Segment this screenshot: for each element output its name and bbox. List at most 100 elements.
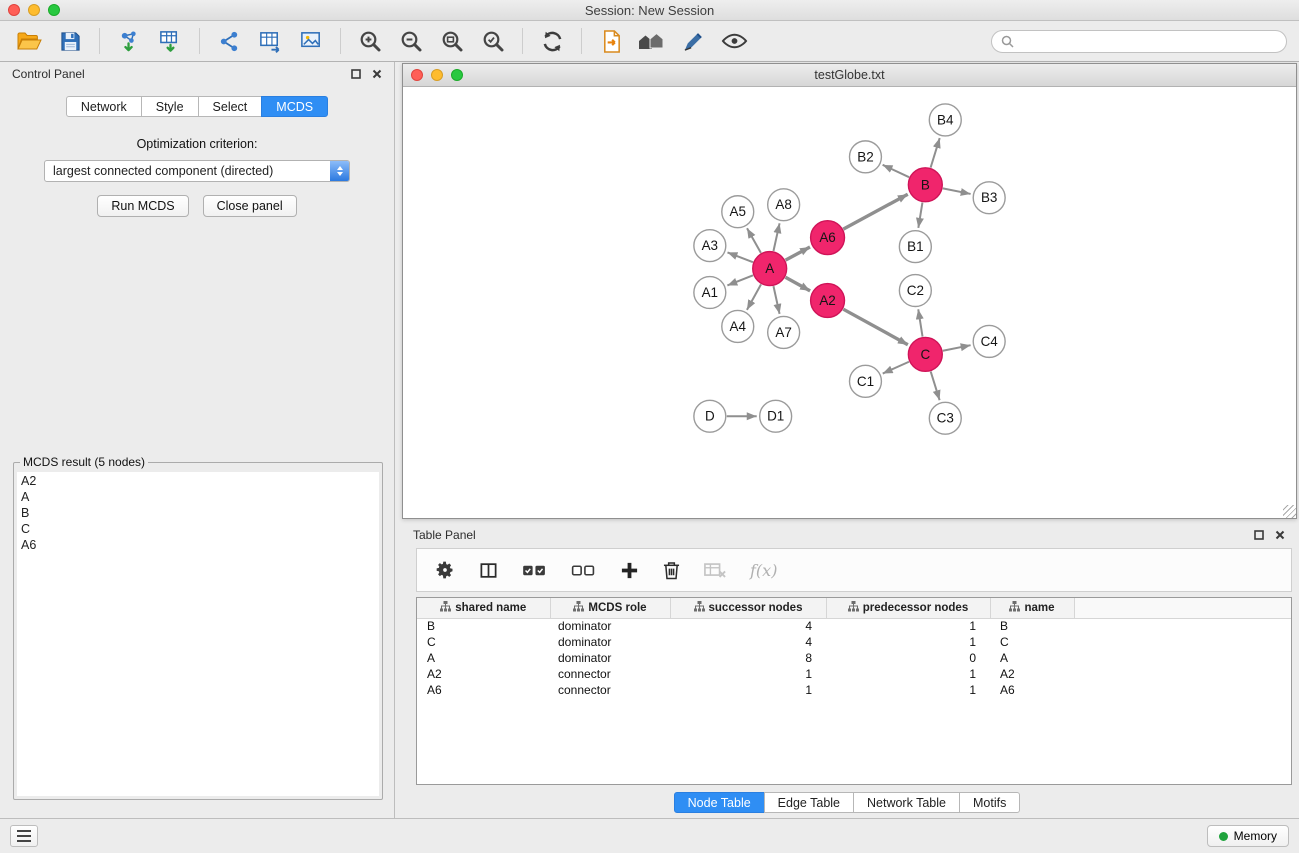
open-session-icon[interactable] [10, 24, 48, 58]
edge-A6-B[interactable] [843, 194, 907, 229]
table-cell[interactable]: C [417, 634, 550, 650]
node-A5[interactable]: A5 [722, 196, 754, 228]
column-header-predecessor-nodes[interactable]: predecessor nodes [826, 598, 990, 618]
edge-A-A7[interactable] [773, 286, 779, 314]
node-A8[interactable]: A8 [768, 189, 800, 221]
node-A[interactable]: A [753, 252, 787, 286]
memory-button[interactable]: Memory [1207, 825, 1289, 847]
node-A1[interactable]: A1 [694, 277, 726, 309]
float-panel-icon[interactable] [351, 69, 361, 79]
close-panel-button[interactable]: Close panel [203, 195, 297, 217]
table-cell[interactable]: 1 [826, 634, 990, 650]
edge-B-B1[interactable] [918, 203, 922, 228]
table-cell[interactable]: 1 [670, 666, 826, 682]
node-B3[interactable]: B3 [973, 182, 1005, 214]
column-header-name[interactable]: name [990, 598, 1074, 618]
annotation-pen-icon[interactable] [674, 24, 712, 58]
table-row[interactable]: Cdominator41C [417, 634, 1291, 650]
import-network-icon[interactable] [110, 24, 148, 58]
table-cell[interactable]: connector [550, 666, 670, 682]
edge-A2-C[interactable] [843, 309, 908, 345]
tab-network-table[interactable]: Network Table [853, 792, 960, 813]
document-export-icon[interactable] [592, 24, 630, 58]
table-cell[interactable]: B [990, 618, 1074, 634]
node-A2[interactable]: A2 [811, 284, 845, 318]
edge-C-C1[interactable] [883, 362, 909, 374]
table-cell[interactable]: 1 [826, 682, 990, 698]
select-all-icon[interactable] [522, 553, 547, 587]
zoom-selected-icon[interactable] [474, 24, 512, 58]
table-cell[interactable]: dominator [550, 650, 670, 666]
table-cell[interactable]: 1 [826, 618, 990, 634]
close-network-window-button[interactable] [411, 69, 423, 81]
node-C3[interactable]: C3 [929, 402, 961, 434]
import-table-icon[interactable] [151, 24, 189, 58]
function-builder-icon[interactable]: f(x) [750, 561, 777, 580]
result-list-item[interactable]: B [21, 505, 375, 521]
table-cell[interactable]: 8 [670, 650, 826, 666]
table-cell[interactable]: A6 [990, 682, 1074, 698]
task-history-button[interactable] [10, 825, 38, 847]
result-list-item[interactable]: A [21, 489, 375, 505]
show-columns-icon[interactable] [479, 553, 498, 587]
dropdown-stepper-icon[interactable] [330, 161, 349, 181]
table-cell[interactable]: 1 [670, 682, 826, 698]
edge-C-C2[interactable] [918, 309, 922, 336]
edge-C-C4[interactable] [943, 345, 971, 351]
table-row[interactable]: Adominator80A [417, 650, 1291, 666]
table-row[interactable]: A6connector11A6 [417, 682, 1291, 698]
network-canvas[interactable]: B4B2BB3A5A8A6B1A3AA1C2A2A4A7C4CC1C3DD1 [403, 87, 1296, 518]
edge-A-A2[interactable] [785, 277, 810, 291]
tab-network[interactable]: Network [66, 96, 142, 117]
node-A3[interactable]: A3 [694, 230, 726, 262]
delete-table-icon[interactable] [704, 553, 726, 587]
search-box[interactable] [991, 30, 1287, 53]
node-C[interactable]: C [908, 337, 942, 371]
minimize-window-button[interactable] [28, 4, 40, 16]
edge-B-B2[interactable] [883, 165, 909, 177]
edge-A-A1[interactable] [727, 275, 753, 285]
table-cell[interactable]: C [990, 634, 1074, 650]
node-C1[interactable]: C1 [850, 365, 882, 397]
zoom-out-icon[interactable] [392, 24, 430, 58]
tab-style[interactable]: Style [141, 96, 199, 117]
mcds-result-list[interactable]: A2ABCA6 [17, 472, 379, 796]
tab-edge-table[interactable]: Edge Table [764, 792, 854, 813]
table-cell[interactable]: 0 [826, 650, 990, 666]
deselect-all-icon[interactable] [571, 553, 596, 587]
edge-B-B4[interactable] [931, 138, 940, 168]
save-session-icon[interactable] [51, 24, 89, 58]
result-list-item[interactable]: C [21, 521, 375, 537]
search-input[interactable] [1019, 34, 1277, 48]
refresh-icon[interactable] [533, 24, 571, 58]
table-cell[interactable]: 4 [670, 634, 826, 650]
edge-A-A4[interactable] [747, 284, 761, 310]
zoom-in-icon[interactable] [351, 24, 389, 58]
table-cell[interactable]: 4 [670, 618, 826, 634]
column-header-shared-name[interactable]: shared name [417, 598, 550, 618]
table-row[interactable]: Bdominator41B [417, 618, 1291, 634]
table-cell[interactable]: B [417, 618, 550, 634]
column-header-successor-nodes[interactable]: successor nodes [670, 598, 826, 618]
tab-node-table[interactable]: Node Table [674, 792, 765, 813]
node-A6[interactable]: A6 [811, 221, 845, 255]
node-D1[interactable]: D1 [760, 400, 792, 432]
table-cell[interactable]: A [990, 650, 1074, 666]
zoom-network-window-button[interactable] [451, 69, 463, 81]
result-list-item[interactable]: A6 [21, 537, 375, 553]
table-row[interactable]: A2connector11A2 [417, 666, 1291, 682]
edge-C-C3[interactable] [931, 372, 940, 401]
zoom-window-button[interactable] [48, 4, 60, 16]
tab-select[interactable]: Select [198, 96, 263, 117]
node-B1[interactable]: B1 [899, 231, 931, 263]
table-cell[interactable]: A [417, 650, 550, 666]
zoom-fit-icon[interactable] [433, 24, 471, 58]
show-hide-eye-icon[interactable] [715, 24, 753, 58]
edge-A-A8[interactable] [773, 223, 779, 251]
node-B2[interactable]: B2 [850, 141, 882, 173]
table-cell[interactable]: dominator [550, 618, 670, 634]
close-panel-icon[interactable] [372, 69, 382, 79]
table-options-gear-icon[interactable] [435, 553, 455, 587]
table-cell[interactable]: 1 [826, 666, 990, 682]
node-C2[interactable]: C2 [899, 275, 931, 307]
